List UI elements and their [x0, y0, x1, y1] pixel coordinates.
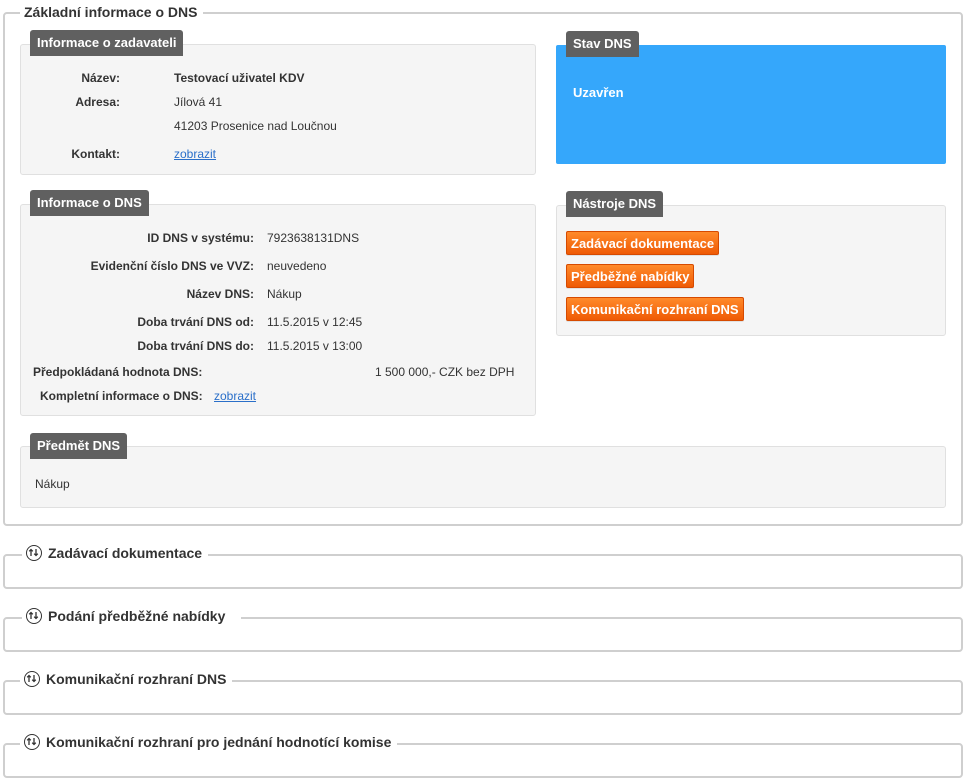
dns-registration-value: neuvedeno [267, 259, 327, 273]
expand-collapse-icon[interactable] [24, 734, 40, 750]
dns-subject-tag: Předmět DNS [30, 433, 128, 459]
dns-complete-link[interactable]: zobrazit [214, 389, 256, 403]
requester-name-value: Testovací uživatel KDV [174, 71, 305, 85]
requester-contact-label: Kontakt: [71, 147, 120, 161]
dns-subject-panel [20, 446, 946, 508]
section-tender-documentation-header[interactable]: Zadávací dokumentace [22, 545, 209, 561]
dns-from-value: 11.5.2015 v 12:45 [267, 315, 363, 329]
dns-subject-value: Nákup [35, 477, 70, 491]
dns-tools-tag: Nástroje DNS [566, 191, 664, 217]
requester-address-line1: Jílová 41 [174, 95, 223, 109]
dns-name-value: Nákup [267, 287, 302, 301]
dns-id-label: ID DNS v systému: [147, 231, 254, 245]
dns-complete-label: Kompletní informace o DNS: [40, 389, 203, 403]
expand-collapse-icon[interactable] [24, 671, 40, 687]
section-title: Zadávací dokumentace [48, 545, 203, 561]
dns-info-tag: Informace o DNS [30, 190, 149, 216]
dns-registration-label: Evidenční číslo DNS ve VVZ: [90, 259, 254, 273]
dns-status-value: Uzavřen [573, 85, 624, 100]
section-preliminary-offer-header[interactable]: Podání předběžné nabídky [22, 608, 242, 624]
communication-interface-button[interactable]: Komunikační rozhraní DNS [566, 297, 744, 321]
section-title: Komunikační rozhraní DNS [46, 671, 227, 687]
dns-to-value: 11.5.2015 v 13:00 [267, 339, 363, 353]
dns-to-label: Doba trvání DNS do: [137, 339, 254, 353]
requester-address-line2: 41203 Prosenice nad Loučnou [174, 119, 337, 133]
section-title: Podání předběžné nabídky [48, 608, 226, 624]
dns-estimated-label: Předpokládaná hodnota DNS: [33, 365, 203, 379]
section-evaluation-committee-header[interactable]: Komunikační rozhraní pro jednání hodnotí… [20, 734, 398, 750]
expand-collapse-icon[interactable] [26, 608, 42, 624]
requester-address-label: Adresa: [75, 95, 120, 109]
dns-status-tag: Stav DNS [566, 31, 639, 57]
section-title: Komunikační rozhraní pro jednání hodnotí… [46, 734, 392, 750]
dns-from-label: Doba trvání DNS od: [137, 315, 254, 329]
basic-info-legend: Základní informace o DNS [20, 4, 204, 20]
dns-id-value: 7923638131DNS [267, 231, 360, 245]
expand-collapse-icon[interactable] [26, 545, 42, 561]
section-communication-interface-header[interactable]: Komunikační rozhraní DNS [20, 671, 233, 687]
requester-name-label: Název: [81, 71, 120, 85]
tender-documentation-button[interactable]: Zadávací dokumentace [566, 231, 720, 255]
dns-estimated-value: 1 500 000,- CZK bez DPH [375, 365, 515, 379]
requester-contact-link[interactable]: zobrazit [174, 147, 216, 161]
preliminary-offers-button[interactable]: Předběžné nabídky [566, 264, 695, 288]
requester-tag: Informace o zadavateli [30, 30, 184, 56]
dns-status-box [556, 45, 946, 164]
dns-name-label: Název DNS: [186, 287, 254, 301]
